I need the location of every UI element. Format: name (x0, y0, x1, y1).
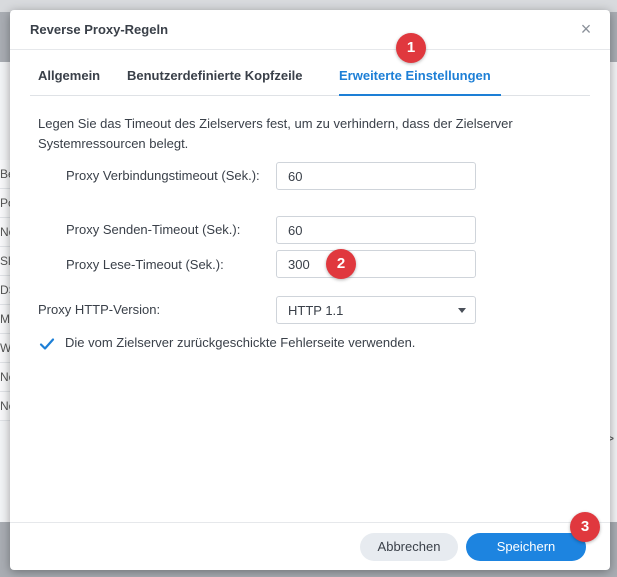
cancel-button[interactable]: Abbrechen (360, 533, 458, 561)
step-marker-2: 2 (326, 249, 356, 279)
dialog-header: Reverse Proxy-Regeln × (10, 10, 610, 50)
step-marker-3: 3 (570, 512, 600, 542)
timeout-description: Legen Sie das Timeout des Zielservers fe… (38, 116, 513, 151)
checkmark-icon[interactable] (38, 335, 56, 353)
save-button[interactable]: Speichern (466, 533, 586, 561)
http-version-value: HTTP 1.1 (288, 303, 344, 318)
dialog-footer: Abbrechen Speichern (10, 522, 610, 570)
read-timeout-label: Proxy Lese-Timeout (Sek.): (66, 257, 224, 272)
tab-advanced-settings[interactable]: Erweiterte Einstellungen (339, 68, 491, 83)
chevron-down-icon (458, 308, 466, 313)
connect-timeout-input[interactable] (276, 162, 476, 190)
send-timeout-label: Proxy Senden-Timeout (Sek.): (66, 222, 241, 237)
active-tab-indicator (339, 94, 501, 96)
connect-timeout-label: Proxy Verbindungstimeout (Sek.): (66, 168, 260, 183)
dialog-title: Reverse Proxy-Regeln (30, 22, 169, 37)
http-version-select[interactable]: HTTP 1.1 (276, 296, 476, 324)
tab-custom-header[interactable]: Benutzerdefinierte Kopfzeile (127, 68, 303, 83)
reverse-proxy-dialog: Reverse Proxy-Regeln × Allgemein Benutze… (10, 10, 610, 570)
tab-allgemein[interactable]: Allgemein (38, 68, 100, 83)
send-timeout-input[interactable] (276, 216, 476, 244)
error-page-checkbox-label: Die vom Zielserver zurückgeschickte Fehl… (65, 335, 416, 350)
read-timeout-input[interactable] (276, 250, 476, 278)
close-icon[interactable]: × (576, 19, 596, 39)
http-version-label: Proxy HTTP-Version: (38, 302, 161, 317)
tab-bar: Allgemein Benutzerdefinierte Kopfzeile E… (30, 54, 590, 96)
step-marker-1: 1 (396, 33, 426, 63)
